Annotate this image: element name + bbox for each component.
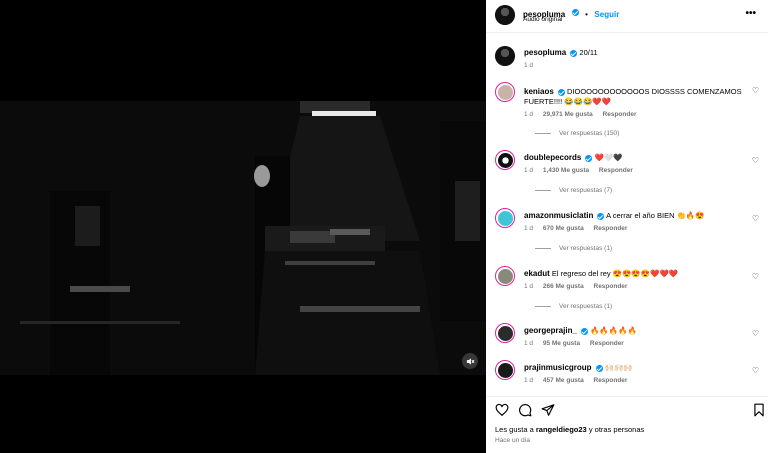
post-time: Hace un día [495, 437, 531, 444]
comment-username[interactable]: ekadut [524, 269, 550, 278]
view-replies-button[interactable]: Ver respuestas (1) [535, 245, 612, 252]
post-media [0, 0, 486, 453]
comment-item: keniaos DIOOOOOOOOOOOOS DIOSSSS COMENZAM… [495, 82, 765, 138]
comment-meta: 1 d 29,971 Me gusta Responder [524, 111, 636, 118]
comment-likes[interactable]: 29,971 Me gusta [543, 111, 593, 118]
heart-icon[interactable] [495, 403, 509, 417]
reply-button[interactable]: Responder [594, 377, 628, 384]
verified-icon [571, 9, 579, 17]
comment-time: 1 d [524, 111, 534, 118]
verified-icon [581, 327, 588, 335]
comment-item: ekadut El regreso del rey 😍😍😍😍❤️❤️❤️ 1 d… [495, 266, 765, 316]
heart-icon[interactable]: ♡ [752, 86, 759, 95]
likes-suffix: y otras personas [586, 425, 645, 434]
comment-likes[interactable]: 95 Me gusta [543, 340, 580, 347]
comment-meta: 1 d 95 Me gusta Responder [524, 340, 624, 347]
comment-likes[interactable]: 670 Me gusta [543, 225, 584, 232]
reply-button[interactable]: Responder [594, 283, 628, 290]
comment-time: 1 d [524, 283, 534, 290]
commenter-avatar[interactable] [495, 150, 515, 170]
comment-item: georgeprajin_ 🔥🔥🔥🔥🔥 1 d 95 Me gusta Resp… [495, 323, 765, 351]
caption-username[interactable]: pesopluma [524, 48, 566, 57]
view-replies-label: Ver respuestas (150) [559, 130, 620, 137]
view-replies-button[interactable]: Ver respuestas (7) [535, 187, 612, 194]
commenter-avatar[interactable] [495, 360, 515, 380]
likes-user[interactable]: rangeldiego23 [536, 425, 587, 434]
comment-meta: 1 d 670 Me gusta Responder [524, 225, 627, 232]
view-replies-button[interactable]: Ver respuestas (150) [535, 130, 619, 137]
bookmark-icon[interactable] [752, 403, 766, 417]
comment-likes[interactable]: 1,430 Me gusta [543, 167, 589, 174]
comment-time: 1 d [524, 340, 534, 347]
likes-summary[interactable]: Les gusta a rangeldiego23 y otras person… [495, 425, 644, 434]
video-frame-image [0, 101, 486, 375]
author-avatar[interactable] [495, 46, 515, 66]
mute-button[interactable] [462, 353, 478, 369]
comment-text: 🙌🏻🙌🏻🙌🏻 [604, 363, 633, 372]
heart-icon[interactable]: ♡ [752, 329, 759, 338]
reply-button[interactable]: Responder [603, 111, 637, 118]
heart-icon[interactable]: ♡ [752, 214, 759, 223]
comment-time: 1 d [524, 167, 534, 174]
share-icon[interactable] [541, 403, 555, 417]
commenter-avatar[interactable] [495, 323, 515, 343]
audio-link[interactable]: Audio original [523, 16, 562, 23]
comments-list: pesopluma 20/11 1 d keniaos DIOOOOOOOOOO… [486, 34, 768, 396]
post-actions-bar: Les gusta a rangeldiego23 y otras person… [486, 396, 768, 453]
caption-text: 20/11 [579, 48, 598, 57]
comment-text: El regreso del rey 😍😍😍😍❤️❤️❤️ [551, 269, 679, 278]
view-replies-label: Ver respuestas (1) [559, 245, 613, 252]
heart-icon[interactable]: ♡ [752, 366, 759, 375]
video-player[interactable] [0, 101, 486, 375]
author-avatar[interactable] [495, 5, 515, 25]
heart-icon[interactable]: ♡ [752, 156, 759, 165]
comment-meta: 1 d 266 Me gusta Responder [524, 283, 627, 290]
mute-icon [466, 357, 474, 365]
commenter-avatar[interactable] [495, 82, 515, 102]
comment-username[interactable]: doublepecords [524, 153, 581, 162]
verified-icon [595, 364, 603, 372]
verified-icon [570, 49, 578, 57]
comment-meta: 1 d 457 Me gusta Responder [524, 377, 627, 384]
verified-icon [597, 212, 605, 220]
view-replies-label: Ver respuestas (1) [559, 303, 613, 310]
reply-button[interactable]: Responder [599, 167, 633, 174]
view-replies-label: Ver respuestas (7) [559, 187, 613, 194]
verified-icon [585, 154, 593, 162]
caption-time: 1 d [524, 62, 534, 69]
commenter-avatar[interactable] [495, 208, 515, 228]
comment-likes[interactable]: 266 Me gusta [543, 283, 584, 290]
post-caption: pesopluma 20/11 1 d [495, 46, 765, 76]
comment-text: 🔥🔥🔥🔥🔥 [590, 326, 637, 335]
post-header: pesopluma • Seguir Audio original ••• [486, 0, 768, 33]
more-options-icon[interactable]: ••• [745, 8, 756, 19]
comment-likes[interactable]: 457 Me gusta [543, 377, 584, 384]
comment-text: ❤️🤍🖤 [594, 153, 623, 162]
view-replies-button[interactable]: Ver respuestas (1) [535, 303, 612, 310]
comment-username[interactable]: georgeprajin_ [524, 326, 577, 335]
follow-button[interactable]: Seguir [594, 10, 619, 19]
comment-username[interactable]: prajinmusicgroup [524, 363, 592, 372]
comment-meta: 1 d 1,430 Me gusta Responder [524, 167, 633, 174]
comment-username[interactable]: amazonmusiclatin [524, 211, 593, 220]
comment-time: 1 d [524, 225, 534, 232]
commenter-avatar[interactable] [495, 266, 515, 286]
post-detail-panel: pesopluma • Seguir Audio original ••• pe… [486, 0, 768, 453]
comment-time: 1 d [524, 377, 534, 384]
comment-text: DIOOOOOOOOOOOOS DIOSSSS COMENZAMOS FUERT… [524, 87, 742, 106]
comment-text: A cerrar el año BIEN 👏🔥😍 [606, 211, 705, 220]
reply-button[interactable]: Responder [594, 225, 628, 232]
comment-item: doublepecords ❤️🤍🖤 1 d 1,430 Me gusta Re… [495, 150, 765, 200]
comment-username[interactable]: keniaos [524, 87, 554, 96]
comment-item: amazonmusiclatin A cerrar el año BIEN 👏🔥… [495, 208, 765, 258]
comment-item: prajinmusicgroup 🙌🏻🙌🏻🙌🏻 1 d 457 Me gusta… [495, 360, 765, 390]
likes-prefix: Les gusta a [495, 425, 536, 434]
reply-button[interactable]: Responder [590, 340, 624, 347]
verified-icon [557, 88, 565, 96]
comment-icon[interactable] [518, 403, 532, 417]
heart-icon[interactable]: ♡ [752, 272, 759, 281]
